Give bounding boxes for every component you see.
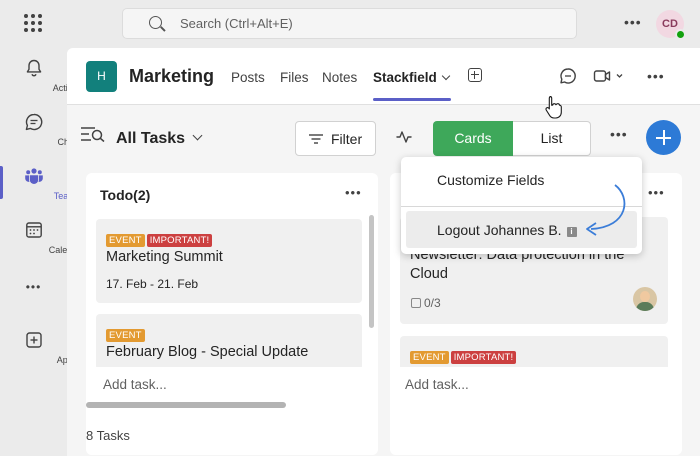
teams-icon bbox=[25, 168, 43, 184]
filter-button[interactable]: Filter bbox=[295, 121, 376, 156]
hand-cursor-icon bbox=[545, 95, 562, 119]
team-name: Marketing bbox=[129, 66, 215, 86]
filter-label: Filter bbox=[331, 131, 363, 147]
add-task-input[interactable]: Add task... bbox=[103, 377, 167, 392]
view-selector[interactable]: All Tasks bbox=[116, 130, 203, 148]
todo-column: Todo(2) ••• EVENT IMPORTANT! Marketing Su… bbox=[86, 173, 378, 455]
avatar-body bbox=[636, 302, 654, 311]
add-task-button[interactable] bbox=[646, 120, 681, 155]
subtask-count: 0/3 bbox=[411, 296, 441, 310]
channel-header: H Marketing Posts Files Notes Stackfield… bbox=[67, 48, 700, 105]
apps-icon bbox=[26, 332, 42, 348]
activity-pulse-icon[interactable] bbox=[396, 129, 412, 145]
bell-icon bbox=[26, 59, 42, 77]
more-icon: ••• bbox=[25, 280, 42, 294]
rail-item-more[interactable]: ••• bbox=[0, 276, 67, 326]
app-rail: Activity Chat Teams Calendar ••• bbox=[0, 48, 85, 456]
chevron-down-icon bbox=[441, 71, 451, 81]
task-card[interactable]: EVENT February Blog - Special Update bbox=[96, 314, 362, 370]
column-more-button[interactable]: ••• bbox=[345, 185, 362, 200]
subtask-value: 0/3 bbox=[424, 296, 441, 310]
rail-item-activity[interactable]: Activity bbox=[0, 50, 81, 100]
important-badge: IMPORTANT! bbox=[146, 234, 213, 247]
search-icon bbox=[149, 16, 162, 29]
tab-stackfield[interactable]: Stackfield bbox=[373, 70, 451, 101]
card-title: February Blog - Special Update bbox=[106, 344, 309, 360]
task-count: 8 Tasks bbox=[86, 428, 130, 443]
filter-icon bbox=[309, 134, 323, 144]
important-badge: IMPORTANT! bbox=[450, 351, 517, 364]
toolbar-more-button[interactable]: ••• bbox=[610, 126, 628, 142]
subtask-icon bbox=[411, 298, 421, 308]
presence-indicator bbox=[675, 29, 686, 40]
add-tab-icon[interactable] bbox=[468, 68, 482, 82]
rail-item-teams[interactable]: Teams bbox=[0, 158, 80, 208]
chat-icon bbox=[25, 113, 43, 131]
tab-files[interactable]: Files bbox=[280, 70, 309, 85]
video-call-icon[interactable] bbox=[593, 66, 625, 86]
settings-more-button[interactable]: ••• bbox=[624, 14, 642, 30]
card-badges: EVENT IMPORTANT! bbox=[106, 230, 214, 248]
cards-view-button[interactable]: Cards bbox=[433, 121, 513, 156]
column-title: Todo(2) bbox=[100, 187, 151, 203]
search-box[interactable]: Search (Ctrl+Alt+E) bbox=[122, 8, 577, 39]
menu-item-logout-label: Logout Johannes B. i bbox=[437, 222, 577, 238]
event-badge: EVENT bbox=[106, 329, 145, 342]
calendar-icon bbox=[26, 222, 42, 238]
task-card[interactable]: EVENT IMPORTANT! Marketing Summit 17. Feb… bbox=[96, 219, 362, 303]
top-bar: Search (Ctrl+Alt+E) ••• CD bbox=[0, 0, 700, 48]
card-badges: EVENT bbox=[106, 325, 147, 343]
tab-stackfield-label: Stackfield bbox=[373, 70, 437, 85]
assignee-avatar[interactable] bbox=[633, 287, 657, 311]
view-search-icon[interactable] bbox=[80, 126, 106, 142]
card-date: 17. Feb - 21. Feb bbox=[106, 277, 199, 291]
tab-notes[interactable]: Notes bbox=[322, 70, 357, 85]
rail-item-apps[interactable]: Apps bbox=[0, 322, 77, 372]
conversation-icon[interactable] bbox=[558, 66, 578, 86]
card-title-line-2: Cloud bbox=[410, 266, 448, 282]
vertical-scrollbar[interactable] bbox=[369, 215, 374, 328]
user-avatar[interactable]: CD bbox=[656, 10, 686, 40]
horizontal-scrollbar[interactable] bbox=[86, 402, 286, 408]
add-task-input[interactable]: Add task... bbox=[405, 377, 469, 392]
avatar-face bbox=[640, 291, 650, 302]
chevron-down-icon bbox=[192, 130, 203, 141]
app-launcher-icon[interactable] bbox=[24, 14, 42, 32]
annotation-arrow-icon bbox=[586, 184, 626, 236]
event-badge: EVENT bbox=[106, 234, 145, 247]
column-more-button[interactable]: ••• bbox=[648, 185, 665, 200]
user-initials: CD bbox=[662, 18, 678, 30]
rail-item-chat[interactable]: Chat bbox=[0, 104, 77, 154]
card-badges: EVENT IMPORTANT! bbox=[410, 347, 518, 365]
header-more-button[interactable]: ••• bbox=[647, 68, 665, 84]
list-view-button[interactable]: List bbox=[513, 121, 591, 156]
card-title: Marketing Summit bbox=[106, 249, 223, 265]
rail-item-calendar[interactable]: Calendar bbox=[0, 212, 85, 262]
search-input[interactable]: Search (Ctrl+Alt+E) bbox=[180, 16, 293, 31]
team-avatar: H bbox=[86, 61, 117, 92]
menu-item-customize-fields[interactable]: Customize Fields bbox=[437, 172, 544, 188]
event-badge: EVENT bbox=[410, 351, 449, 364]
view-title: All Tasks bbox=[116, 130, 186, 147]
tab-posts[interactable]: Posts bbox=[231, 70, 265, 85]
logout-label-text: Logout Johannes B. bbox=[437, 222, 562, 238]
